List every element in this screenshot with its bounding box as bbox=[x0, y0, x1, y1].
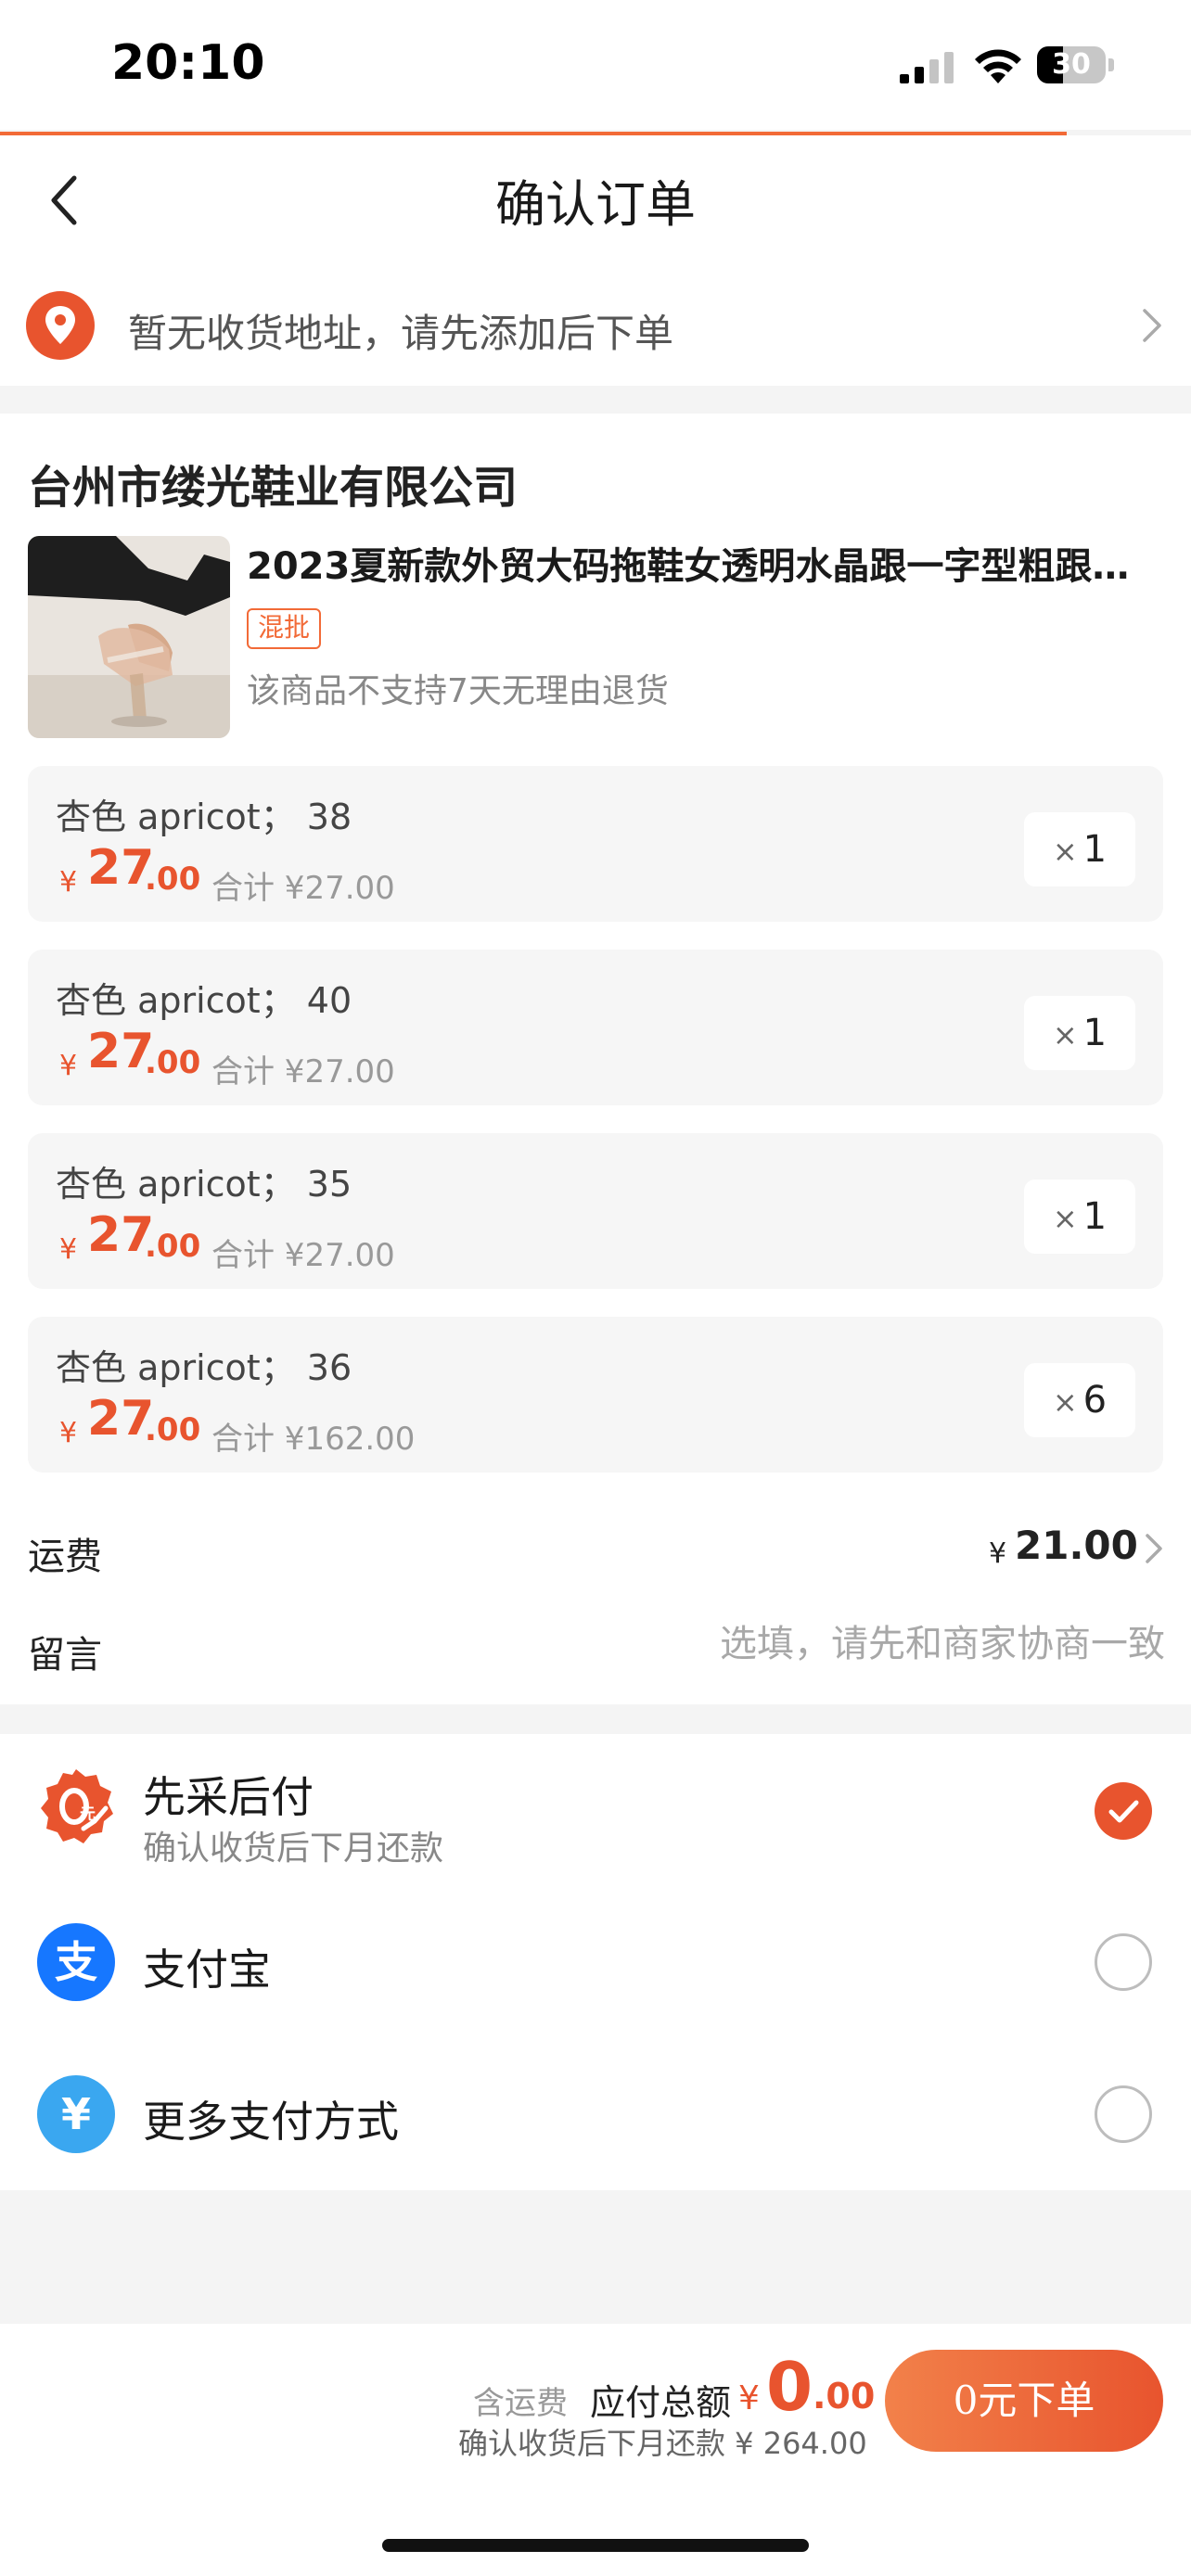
total-currency: ¥ bbox=[738, 2379, 760, 2417]
battery-level: 30 bbox=[1052, 48, 1091, 81]
deferred-payment-note: 确认收货后下月还款 ¥ 264.00 bbox=[458, 2426, 867, 2461]
quantity-value: 6 bbox=[1082, 1379, 1108, 1422]
sku-spec: 杏色 apricot； 38 bbox=[56, 797, 352, 837]
payment-option-name: 更多支付方式 bbox=[143, 2097, 399, 2147]
cellular-signal-icon bbox=[900, 52, 954, 83]
return-policy-note: 该商品不支持7天无理由退货 bbox=[247, 672, 669, 710]
price-decimal: .00 bbox=[145, 1411, 201, 1448]
sku-row: 杏色 apricot； 38 ¥ 27 .00 合计 ¥27.00 × 1 bbox=[28, 766, 1163, 922]
payment-option-desc: 确认收货后下月还款 bbox=[143, 1830, 444, 1868]
quantity-box[interactable]: × 1 bbox=[1024, 996, 1135, 1070]
check-icon bbox=[1108, 1800, 1139, 1823]
payment-option-pay-later[interactable]: 元 先采后付 确认收货后下月还款 bbox=[0, 1734, 1191, 1886]
sku-row: 杏色 apricot； 40 ¥ 27 .00 合计 ¥27.00 × 1 bbox=[28, 950, 1163, 1105]
quantity-value: 1 bbox=[1082, 1012, 1108, 1054]
chevron-right-icon bbox=[1143, 309, 1161, 342]
add-address-row[interactable]: 暂无收货地址，请先添加后下单 bbox=[0, 265, 1191, 386]
price-currency: ¥ bbox=[59, 1050, 78, 1082]
sku-spec: 杏色 apricot； 36 bbox=[56, 1347, 352, 1388]
payment-option-alipay[interactable]: 支 支付宝 bbox=[0, 1886, 1191, 2038]
product-thumbnail[interactable] bbox=[28, 536, 230, 738]
sku-row: 杏色 apricot； 36 ¥ 27 .00 合计 ¥162.00 × 6 bbox=[28, 1317, 1163, 1473]
sku-subtotal: 合计 ¥162.00 bbox=[211, 1421, 416, 1458]
multiply-sign: × bbox=[1052, 1017, 1078, 1052]
message-input[interactable] bbox=[603, 1615, 1167, 1673]
status-time: 20:10 bbox=[111, 35, 265, 91]
sku-subtotal: 合计 ¥27.00 bbox=[211, 1053, 395, 1090]
alipay-icon: 支 bbox=[37, 1923, 115, 2001]
shipping-fee[interactable]: 21.00 bbox=[1015, 1523, 1138, 1568]
payment-option-name: 先采后付 bbox=[143, 1772, 314, 1822]
shipping-label: 运费 bbox=[28, 1536, 102, 1578]
shipping-currency: ¥ bbox=[989, 1537, 1007, 1570]
sku-subtotal: 合计 ¥27.00 bbox=[211, 870, 395, 907]
nav-bar: 确认订单 bbox=[0, 135, 1191, 265]
quantity-box[interactable]: × 1 bbox=[1024, 1180, 1135, 1254]
price-currency: ¥ bbox=[59, 1417, 78, 1449]
wifi-icon bbox=[975, 49, 1021, 83]
multiply-sign: × bbox=[1052, 1384, 1078, 1420]
location-pin-icon bbox=[26, 291, 95, 360]
svg-text:¥: ¥ bbox=[61, 2089, 91, 2139]
home-indicator[interactable] bbox=[382, 2539, 809, 2552]
message-label: 留言 bbox=[28, 1634, 102, 1677]
battery-icon: 30 bbox=[1037, 46, 1115, 83]
quantity-box[interactable]: × 1 bbox=[1024, 812, 1135, 886]
product-title[interactable]: 2023夏新款外贸大码拖鞋女透明水晶跟一字型粗跟高跟... bbox=[247, 536, 1165, 590]
status-bar: 20:10 30 bbox=[0, 0, 1191, 130]
chevron-right-icon[interactable] bbox=[1143, 1532, 1165, 1565]
radio-unselected[interactable] bbox=[1095, 2085, 1152, 2143]
radio-selected[interactable] bbox=[1095, 1782, 1152, 1840]
payment-option-name: 支付宝 bbox=[143, 1945, 271, 1995]
sku-subtotal: 合计 ¥27.00 bbox=[211, 1237, 395, 1274]
total-label: 应付总额 bbox=[590, 2382, 732, 2423]
submit-order-button[interactable]: 0元下单 bbox=[885, 2350, 1163, 2452]
sku-spec: 杏色 apricot； 40 bbox=[56, 980, 352, 1021]
mixed-batch-badge: 混批 bbox=[247, 608, 322, 649]
price-decimal: .00 bbox=[145, 1228, 201, 1265]
order-card: 台州市缕光鞋业有限公司 2023夏新款外贸大码拖鞋女透明水晶跟一字型粗跟高跟..… bbox=[0, 414, 1191, 1704]
payment-methods: 元 先采后付 确认收货后下月还款 支 支付宝 ¥ 更多支付方式 bbox=[0, 1734, 1191, 2190]
payment-option-more[interactable]: ¥ 更多支付方式 bbox=[0, 2038, 1191, 2190]
price-decimal: .00 bbox=[145, 1044, 201, 1081]
total-integer: 0 bbox=[766, 2348, 813, 2426]
multiply-sign: × bbox=[1052, 834, 1078, 869]
total-decimal: .00 bbox=[813, 2376, 876, 2417]
page-title: 确认订单 bbox=[495, 175, 696, 234]
price-decimal: .00 bbox=[145, 861, 201, 898]
yen-circle-icon: ¥ bbox=[37, 2075, 115, 2153]
sku-spec: 杏色 apricot； 35 bbox=[56, 1164, 352, 1205]
includes-shipping-label: 含运费 bbox=[473, 2385, 568, 2422]
price-currency: ¥ bbox=[59, 866, 78, 899]
sku-row: 杏色 apricot； 35 ¥ 27 .00 合计 ¥27.00 × 1 bbox=[28, 1133, 1163, 1289]
svg-text:支: 支 bbox=[55, 1937, 97, 1987]
quantity-box[interactable]: × 6 bbox=[1024, 1363, 1135, 1437]
price-currency: ¥ bbox=[59, 1233, 78, 1266]
shop-name[interactable]: 台州市缕光鞋业有限公司 bbox=[28, 451, 518, 516]
0-yuan-badge-icon: 元 bbox=[41, 1769, 113, 1843]
quantity-value: 1 bbox=[1082, 1195, 1108, 1238]
address-placeholder-text: 暂无收货地址，请先添加后下单 bbox=[128, 311, 674, 356]
quantity-value: 1 bbox=[1082, 828, 1108, 871]
multiply-sign: × bbox=[1052, 1201, 1078, 1236]
radio-unselected[interactable] bbox=[1095, 1933, 1152, 1991]
